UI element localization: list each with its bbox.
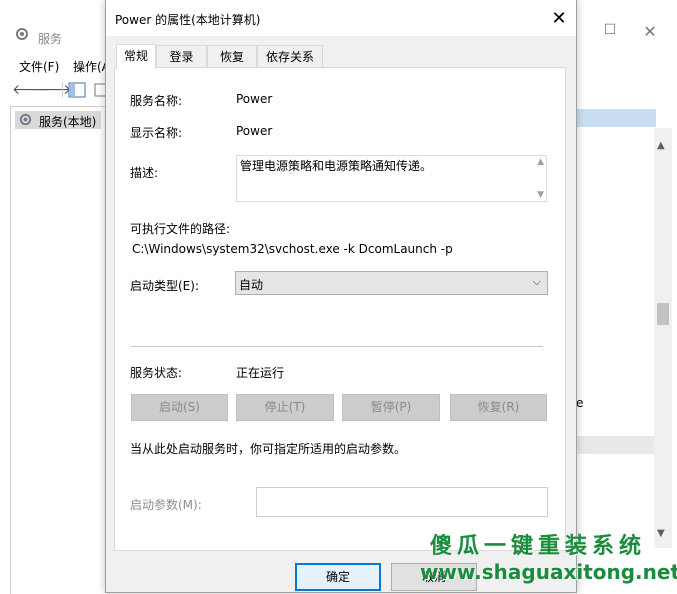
maximize-icon[interactable]: ☐	[598, 22, 622, 42]
startup-params-hint: 当从此处启动服务时，你可指定所适用的启动参数。	[130, 442, 407, 456]
description-text: 管理电源策略和电源策略通知传递。	[240, 159, 433, 173]
scroll-up-icon[interactable]: ▲	[657, 140, 665, 151]
close-icon[interactable]: ✕	[544, 6, 574, 32]
service-status-label: 服务状态:	[130, 366, 183, 380]
dialog-titlebar: Power 的属性(本地计算机) ✕	[106, 0, 576, 36]
list-fragment-text: e	[576, 396, 584, 410]
startup-params-input[interactable]	[256, 487, 548, 517]
chevron-down-icon[interactable]: ▼	[537, 190, 544, 200]
scrollbar-thumb[interactable]	[657, 303, 669, 325]
toolbar-separator	[62, 82, 63, 98]
back-arrow-icon[interactable]: 🡐	[12, 82, 50, 98]
executable-path-value[interactable]: C:\Windows\system32\svchost.exe -k DcomL…	[132, 242, 453, 256]
tab-recovery[interactable]: 恢复	[207, 45, 257, 67]
selected-column-header	[576, 109, 656, 127]
watermark-url: www.shaguaxitong.net	[420, 560, 677, 584]
services-title: 服务	[38, 32, 63, 46]
tab-general[interactable]: 常规	[116, 44, 156, 69]
startup-params-label: 启动参数(M):	[130, 498, 202, 512]
start-button[interactable]: 启动(S)	[131, 394, 228, 421]
tree-item-services-local[interactable]: 服务(本地)	[15, 111, 101, 129]
show-hide-tree-icon[interactable]	[68, 82, 86, 98]
tab-logon[interactable]: 登录	[156, 45, 207, 67]
service-status-value: 正在运行	[236, 366, 285, 380]
section-divider	[131, 346, 543, 347]
close-icon[interactable]: ✕	[638, 22, 662, 42]
service-name-label: 服务名称:	[130, 94, 183, 108]
gear-icon	[16, 28, 28, 40]
stop-button[interactable]: 停止(T)	[236, 394, 334, 421]
tab-dependencies[interactable]: 依存关系	[257, 45, 323, 67]
general-tab-panel: 服务名称: Power 显示名称: Power 描述: 管理电源策略和电源策略通…	[114, 67, 566, 551]
chevron-up-icon[interactable]: ▲	[537, 157, 544, 167]
pause-button[interactable]: 暂停(P)	[342, 394, 440, 421]
menu-file[interactable]: 文件(F)	[19, 58, 59, 75]
watermark-title: 傻瓜一键重装系统	[430, 534, 647, 559]
list-row-highlight	[576, 436, 654, 454]
forward-arrow-icon[interactable]: 🡒	[34, 82, 72, 98]
description-textbox[interactable]: 管理电源策略和电源策略通知传递。 ▲ ▼	[236, 155, 547, 202]
display-name-value: Power	[236, 124, 273, 138]
executable-path-label: 可执行文件的路径:	[130, 222, 231, 236]
vertical-scrollbar[interactable]: ▲ ▼	[654, 128, 672, 548]
display-name-label: 显示名称:	[130, 126, 183, 140]
startup-type-label: 启动类型(E):	[130, 279, 199, 293]
service-name-value: Power	[236, 92, 273, 106]
startup-type-value: 自动	[239, 278, 264, 292]
properties-dialog: Power 的属性(本地计算机) ✕ 常规 登录 恢复 依存关系 服务名称: P…	[105, 0, 577, 593]
startup-type-select[interactable]: 自动 ⌵	[235, 271, 548, 295]
dialog-title: Power 的属性(本地计算机)	[115, 13, 261, 27]
services-list-pane: e ▲ ▼	[576, 106, 677, 593]
console-tree: 服务(本地)	[10, 106, 110, 594]
gear-icon	[19, 113, 32, 126]
site-watermark: 傻瓜一键重装系统 www.shaguaxitong.net	[420, 528, 677, 593]
ok-button[interactable]: 确定	[295, 563, 381, 591]
chevron-down-icon: ⌵	[532, 275, 541, 288]
description-label: 描述:	[130, 166, 159, 180]
tree-item-label: 服务(本地)	[39, 115, 97, 129]
resume-button[interactable]: 恢复(R)	[450, 394, 547, 421]
